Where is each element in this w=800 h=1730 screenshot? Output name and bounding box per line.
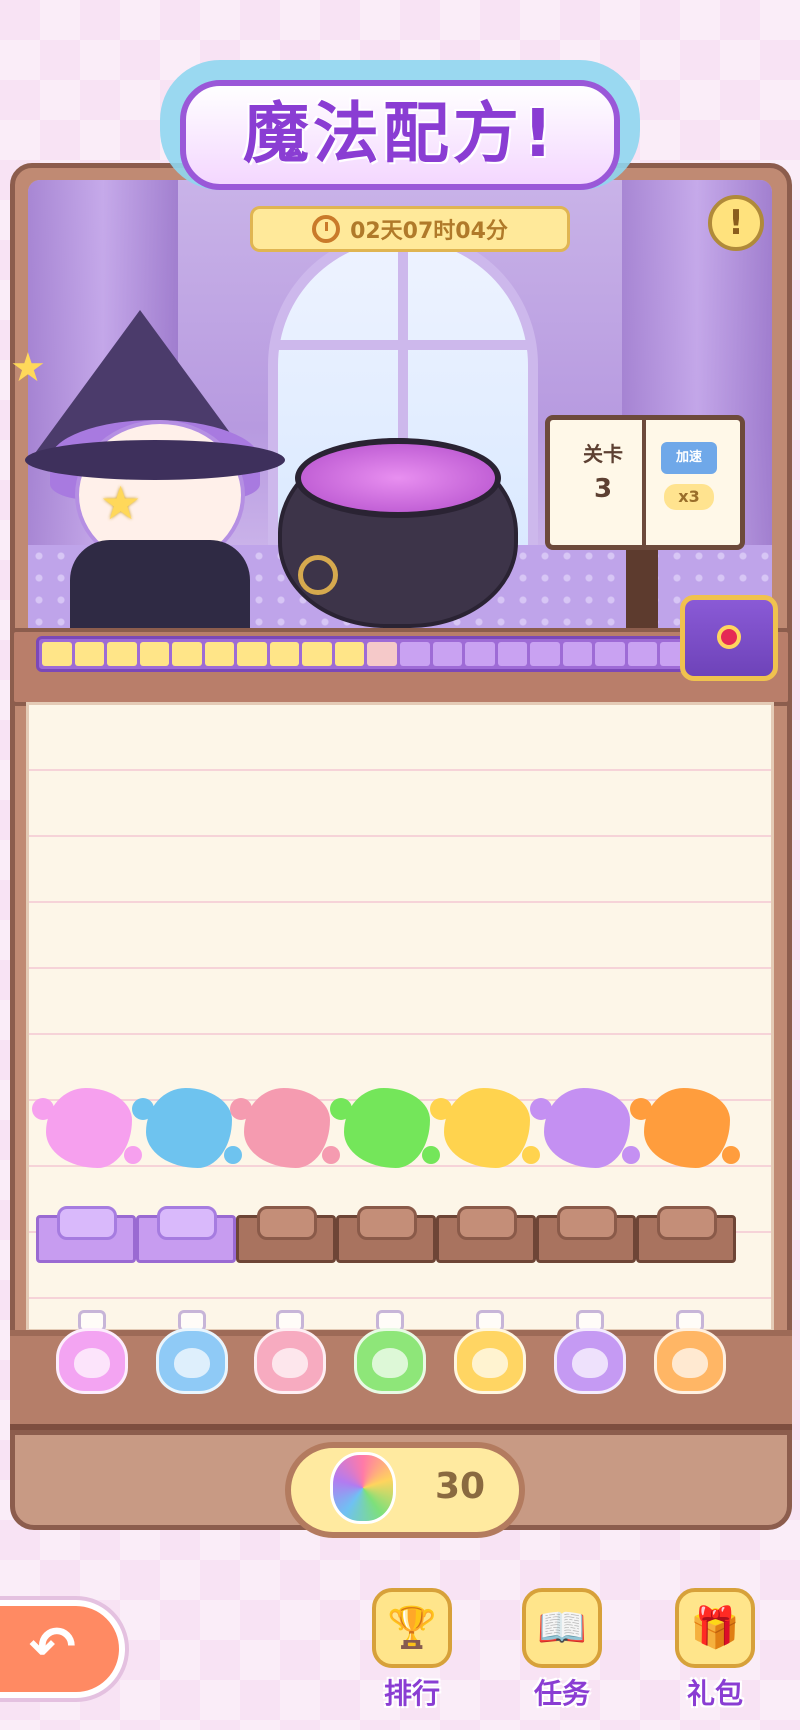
progress-segment bbox=[432, 642, 463, 666]
star-icon: ★ bbox=[10, 345, 46, 391]
gift-label: 礼包 bbox=[686, 1677, 743, 1710]
paint-splash bbox=[132, 1088, 242, 1168]
paw-icon bbox=[672, 1348, 708, 1378]
progress-segment bbox=[42, 642, 72, 666]
timer-text: 02天07时04分 bbox=[350, 219, 508, 244]
locked-slot[interactable] bbox=[636, 1206, 736, 1263]
paint-splash bbox=[32, 1088, 142, 1168]
paw-bottle[interactable] bbox=[650, 1310, 730, 1398]
progress-segment bbox=[139, 642, 170, 666]
paw-bottle[interactable] bbox=[450, 1310, 530, 1398]
speed-multiplier: x3 bbox=[664, 484, 714, 510]
slot-tile bbox=[357, 1206, 417, 1240]
task-button[interactable]: 📖 任务 bbox=[512, 1588, 612, 1718]
paw-bottle[interactable] bbox=[52, 1310, 132, 1398]
gift-icon: 🎁 bbox=[675, 1588, 755, 1668]
paw-icon bbox=[572, 1348, 608, 1378]
ranking-label: 排行 bbox=[383, 1677, 440, 1710]
back-button[interactable]: ↶ bbox=[0, 1600, 125, 1698]
trophy-icon: 🏆 bbox=[372, 1588, 452, 1668]
paw-bottle[interactable] bbox=[152, 1310, 232, 1398]
open-slot[interactable] bbox=[136, 1206, 236, 1263]
paint-splash bbox=[330, 1088, 440, 1168]
progress-segment bbox=[400, 642, 430, 666]
witch-body bbox=[70, 540, 250, 630]
progress-segment bbox=[367, 642, 398, 666]
progress-segment bbox=[237, 642, 267, 666]
paw-icon bbox=[372, 1348, 408, 1378]
progress-segment bbox=[497, 642, 528, 666]
cauldron-ring bbox=[298, 555, 338, 595]
event-timer: 02天07时04分 bbox=[250, 206, 570, 252]
progress-segment bbox=[530, 642, 560, 666]
paw-bottle[interactable] bbox=[550, 1310, 630, 1398]
paint-splash bbox=[630, 1088, 740, 1168]
locked-slot[interactable] bbox=[336, 1206, 436, 1263]
paw-bottle[interactable] bbox=[350, 1310, 430, 1398]
page-title: 魔法配方! bbox=[180, 80, 620, 190]
witch-hat-brim bbox=[25, 440, 285, 480]
paint-splash bbox=[230, 1088, 340, 1168]
window-bar bbox=[278, 340, 528, 350]
slot-tile bbox=[457, 1206, 517, 1240]
locked-slot[interactable] bbox=[536, 1206, 636, 1263]
paint-splash bbox=[430, 1088, 540, 1168]
ranking-button[interactable]: 🏆 排行 bbox=[362, 1588, 462, 1718]
rainbow-bottle-icon bbox=[330, 1452, 396, 1524]
progress-segment bbox=[595, 642, 625, 666]
locked-slot[interactable] bbox=[436, 1206, 536, 1263]
gift-button[interactable]: 🎁 礼包 bbox=[665, 1588, 765, 1718]
info-button[interactable]: ! bbox=[708, 195, 764, 251]
book-stand bbox=[626, 550, 658, 630]
progress-segment bbox=[562, 642, 593, 666]
progress-segment bbox=[269, 642, 300, 666]
currency-count: 30 bbox=[434, 1466, 486, 1507]
locked-slot[interactable] bbox=[236, 1206, 336, 1263]
chest-gem-icon bbox=[717, 625, 741, 649]
slot-tile bbox=[657, 1206, 717, 1240]
wand-star-icon: ★ bbox=[100, 476, 142, 530]
speed-up-badge[interactable]: 加速 bbox=[661, 442, 717, 474]
title-banner: 魔法配方! bbox=[160, 60, 640, 220]
level-number: 3 bbox=[593, 474, 613, 504]
progress-track bbox=[36, 636, 696, 672]
task-book-icon: 📖 bbox=[522, 1588, 602, 1668]
paw-bottle[interactable] bbox=[250, 1310, 330, 1398]
slot-tile bbox=[557, 1206, 617, 1240]
progress-segment bbox=[107, 642, 137, 666]
paw-icon bbox=[174, 1348, 210, 1378]
progress-segment bbox=[302, 642, 332, 666]
slot-tile bbox=[57, 1206, 117, 1240]
level-label: 关卡 bbox=[583, 442, 623, 466]
paw-icon bbox=[272, 1348, 308, 1378]
progress-segment bbox=[74, 642, 105, 666]
task-label: 任务 bbox=[533, 1677, 590, 1710]
progress-segment bbox=[204, 642, 235, 666]
paw-icon bbox=[472, 1348, 508, 1378]
progress-segment bbox=[465, 642, 495, 666]
cauldron-potion bbox=[295, 438, 501, 518]
progress-segment bbox=[172, 642, 202, 666]
progress-segment bbox=[627, 642, 658, 666]
paint-splash bbox=[530, 1088, 640, 1168]
paw-icon bbox=[74, 1348, 110, 1378]
progress-segment bbox=[334, 642, 365, 666]
slot-tile bbox=[157, 1206, 217, 1240]
book-spine bbox=[642, 420, 646, 545]
slot-tile bbox=[257, 1206, 317, 1240]
open-slot[interactable] bbox=[36, 1206, 136, 1263]
alarm-clock-icon bbox=[312, 215, 341, 243]
